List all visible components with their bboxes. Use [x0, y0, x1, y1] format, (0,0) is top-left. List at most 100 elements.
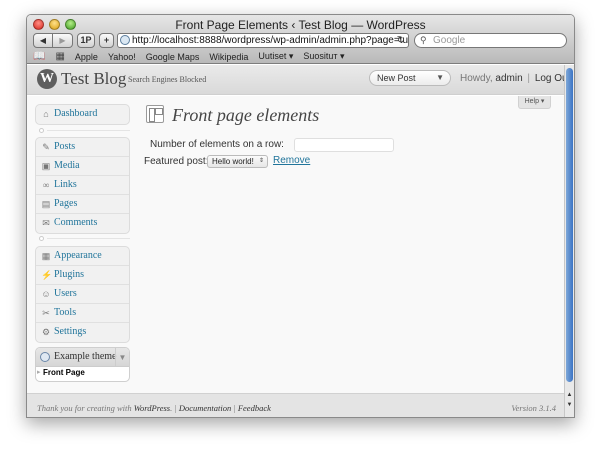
page-layout-icon	[146, 105, 164, 123]
forward-button[interactable]: ▶	[53, 33, 73, 48]
bookmark-uutiset[interactable]: Uutiset ▾	[258, 51, 293, 62]
links-icon: ∞	[42, 180, 50, 190]
user-link[interactable]: admin	[495, 73, 522, 84]
menu-label: Settings	[54, 326, 87, 337]
menu-label: Dashboard	[54, 108, 98, 119]
admin-menu-dashboard: ⌂ Dashboard	[35, 104, 130, 125]
globe-icon	[120, 35, 130, 45]
nav-buttons: ◀ ▶	[33, 33, 73, 48]
admin-menu-settings: ▦ Appearance ⚡ Plugins ☺ Users ✂ Tools ⚙…	[35, 246, 130, 343]
howdy-text: Howdy,	[460, 73, 493, 84]
menu-separator	[35, 128, 130, 134]
menu-label: Example theme	[54, 351, 117, 362]
submenu-item-front-page[interactable]: Front Page	[43, 368, 85, 377]
scrollbar-thumb[interactable]	[566, 68, 573, 382]
menu-item-example-theme[interactable]: Example theme ▼	[36, 348, 129, 367]
top-sites-grid-icon[interactable]: ▦	[55, 51, 64, 62]
bookmark-yahoo[interactable]: Yahoo!	[108, 52, 136, 62]
select-arrows-icon: ⇕	[258, 158, 264, 164]
menu-label: Media	[54, 160, 80, 171]
menu-label: Users	[54, 288, 77, 299]
menu-label: Comments	[54, 217, 98, 228]
appearance-icon: ▦	[41, 251, 51, 261]
browser-toolbar: ◀ ▶ 1P + http://localhost:8888/wordpress…	[33, 33, 568, 49]
bookmarks-book-icon[interactable]: 📖	[33, 51, 45, 62]
menu-item-settings[interactable]: ⚙ Settings	[36, 323, 129, 342]
comments-icon: ✉	[42, 218, 50, 228]
bookmarks-bar: 📖 ▦ Apple Yahoo! Google Maps Wikipedia U…	[33, 50, 568, 63]
menu-label: Tools	[54, 307, 77, 318]
menu-label: Appearance	[54, 250, 102, 261]
users-icon: ☺	[41, 289, 51, 299]
menu-item-users[interactable]: ☺ Users	[36, 285, 129, 304]
browser-window: Front Page Elements ‹ Test Blog — WordPr…	[26, 14, 575, 418]
scroll-up-icon[interactable]: ▲	[565, 392, 574, 398]
featured-post-select[interactable]: Hello world! ⇕	[207, 155, 268, 168]
current-arrow-icon: ▸	[37, 369, 41, 376]
tabs-button[interactable]: 1P	[77, 33, 95, 48]
wordpress-link[interactable]: WordPress	[134, 403, 170, 413]
menu-item-comments[interactable]: ✉ Comments	[36, 214, 129, 233]
menu-toggle-icon[interactable]: ▼	[115, 348, 129, 367]
url-text: http://localhost:8888/wordpress/wp-admin…	[132, 35, 409, 46]
user-greeting: Howdy, admin | Log Out	[460, 73, 570, 84]
help-tab[interactable]: Help ▾	[518, 96, 551, 109]
add-bookmark-button[interactable]: +	[99, 33, 114, 48]
chevron-down-icon: ▼	[436, 73, 444, 82]
bookmark-wikipedia[interactable]: Wikipedia	[209, 52, 248, 62]
search-engines-blocked[interactable]: Search Engines Blocked	[128, 75, 206, 84]
reload-icon[interactable]: ↻	[397, 34, 405, 47]
menu-label: Plugins	[54, 269, 85, 280]
menu-item-media[interactable]: ▣ Media	[36, 157, 129, 176]
posts-icon: ✎	[42, 142, 50, 152]
window-title: Front Page Elements ‹ Test Blog — WordPr…	[175, 18, 426, 32]
pages-icon: ▤	[41, 199, 51, 209]
theme-icon	[40, 352, 50, 362]
menu-label: Pages	[54, 198, 78, 209]
menu-item-pages[interactable]: ▤ Pages	[36, 195, 129, 214]
wp-admin-header: W Test Blog Search Engines Blocked New P…	[27, 65, 570, 95]
admin-menu-example-theme: Example theme ▼ ▸ Front Page	[35, 347, 130, 382]
version-text: Version 3.1.4	[511, 403, 556, 413]
documentation-link[interactable]: Documentation	[179, 403, 231, 413]
menu-item-plugins[interactable]: ⚡ Plugins	[36, 266, 129, 285]
new-post-dropdown[interactable]: New Post ▼	[369, 70, 451, 86]
menu-item-links[interactable]: ∞ Links	[36, 176, 129, 195]
blog-title[interactable]: Test Blog	[61, 69, 126, 89]
featured-post-label: Featured post:	[144, 156, 209, 167]
dashboard-icon: ⌂	[43, 109, 49, 119]
menu-item-appearance[interactable]: ▦ Appearance	[36, 247, 129, 266]
browser-chrome: Front Page Elements ‹ Test Blog — WordPr…	[27, 15, 574, 64]
back-button[interactable]: ◀	[33, 33, 53, 48]
new-post-label: New Post	[377, 73, 416, 83]
vertical-scrollbar[interactable]: ▲ ▼	[564, 65, 574, 417]
search-field[interactable]: ⚲ Google	[414, 33, 567, 48]
page-title: Front page elements	[172, 105, 320, 125]
thanks-text: Thank you for creating with	[37, 403, 132, 413]
menu-label: Links	[54, 179, 77, 190]
media-icon: ▣	[41, 161, 51, 171]
bookmark-google-maps[interactable]: Google Maps	[146, 52, 200, 62]
menu-item-posts[interactable]: ✎ Posts	[36, 138, 129, 157]
admin-menu-content: ✎ Posts ▣ Media ∞ Links ▤ Pages ✉ Commen…	[35, 137, 130, 234]
admin-footer: Thank you for creating with WordPress. |…	[27, 393, 564, 417]
elements-per-row-label: Number of elements on a row:	[150, 139, 284, 150]
featured-post-value: Hello world!	[212, 157, 254, 166]
menu-item-tools[interactable]: ✂ Tools	[36, 304, 129, 323]
elements-per-row-input[interactable]	[294, 138, 394, 152]
menu-label: Posts	[54, 141, 76, 152]
menu-item-dashboard[interactable]: ⌂ Dashboard	[36, 105, 129, 124]
url-field[interactable]: http://localhost:8888/wordpress/wp-admin…	[117, 33, 409, 48]
feedback-link[interactable]: Feedback	[238, 403, 271, 413]
divider: |	[527, 73, 531, 84]
separator: |	[233, 403, 236, 413]
menu-separator	[35, 236, 130, 242]
bookmark-apple[interactable]: Apple	[75, 52, 98, 62]
settings-icon: ⚙	[41, 327, 51, 337]
bookmark-suositut[interactable]: Suosituт ▾	[303, 51, 344, 62]
search-icon: ⚲	[420, 35, 427, 45]
search-placeholder: Google	[433, 35, 466, 46]
wordpress-logo-icon: W	[37, 69, 57, 89]
remove-link[interactable]: Remove	[273, 155, 310, 166]
scroll-down-icon[interactable]: ▼	[565, 402, 574, 408]
